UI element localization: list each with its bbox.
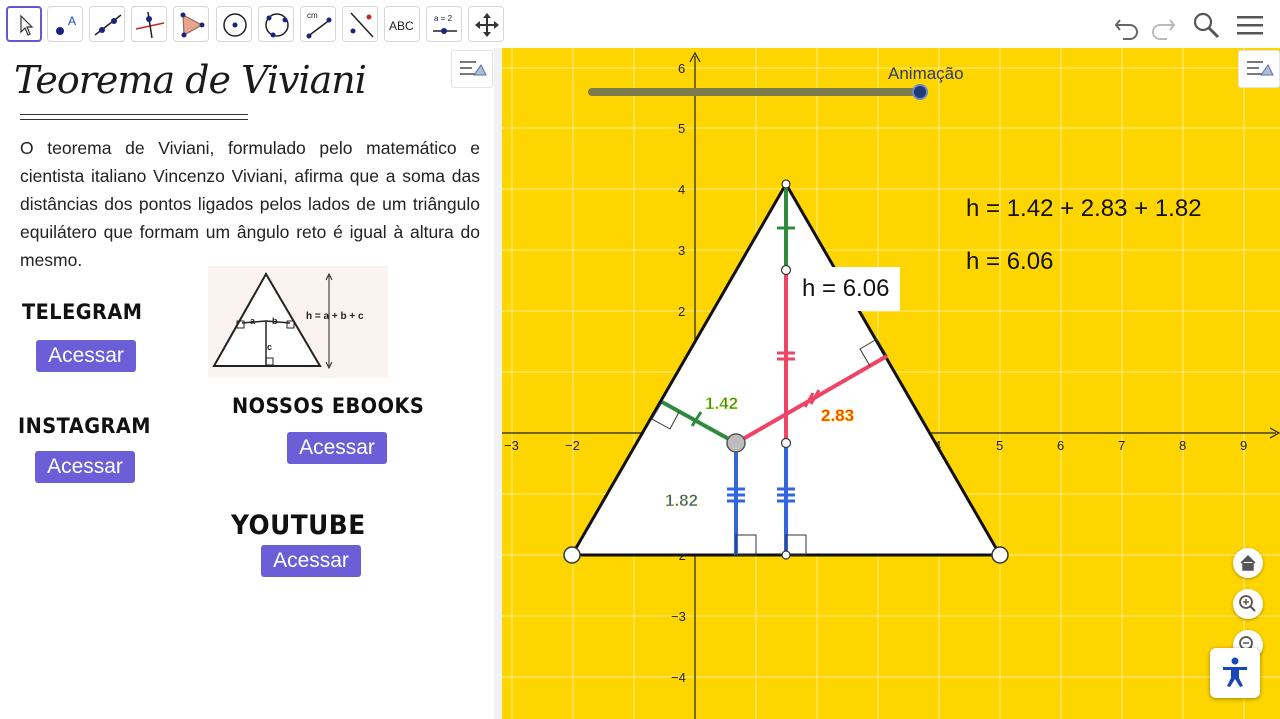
x-tick-label: 8 [1179,438,1186,453]
height-split-point[interactable] [780,437,792,449]
apex-point[interactable] [781,179,791,189]
youtube-label: YOUTUBE [231,510,366,541]
graphics-style-bar-toggle[interactable] [1238,50,1280,88]
reflect-tool-button[interactable] [342,6,378,42]
distance-tool-button[interactable]: cm [300,6,336,42]
distance-a-label: 1.42 [705,394,738,413]
x-tick-label: −3 [504,438,519,453]
polygon-icon [180,12,205,38]
home-view-button[interactable] [1233,548,1263,578]
accessibility-icon [1223,657,1247,687]
animation-slider-handle[interactable] [912,84,928,100]
height-split-point[interactable] [780,264,792,276]
height-label-text: h = 6.06 [802,275,889,302]
telegram-access-button[interactable]: Acessar [36,340,136,372]
svg-text:cm: cm [307,11,318,20]
sum-equation: h = 1.42 + 2.83 + 1.82 [966,195,1202,222]
line-tool-button[interactable] [89,6,125,42]
text-icon: ABC [389,19,414,33]
search-icon[interactable] [1189,8,1223,42]
svg-text:ABC: ABC [389,19,414,33]
telegram-label: TELEGRAM [22,300,143,324]
slider-tool-button[interactable]: a = 2 [426,6,462,42]
y-tick-label: 5 [678,121,685,136]
height-equation: h = 6.06 [966,248,1053,275]
vertex-left-point[interactable] [563,546,581,564]
page-title: Teorema de Viviani [14,58,367,102]
move-view-tool-button[interactable] [468,6,504,42]
y-tick-label: −3 [671,609,686,624]
title-underline-second [20,119,248,120]
cursor-arrow-icon [20,14,34,36]
reflect-icon [350,12,374,38]
distance-icon: cm [306,11,332,39]
menu-icon[interactable] [1233,8,1267,42]
y-tick-label: 4 [678,182,685,197]
undo-icon[interactable] [1110,8,1144,42]
svg-text:a = 2: a = 2 [434,14,453,23]
home-icon [1240,554,1256,571]
redo-icon[interactable] [1146,8,1180,42]
move-tool-button[interactable] [6,6,42,42]
height-foot-point[interactable] [781,550,791,560]
text-tool-button[interactable]: ABC [384,6,420,42]
algebra-style-bar-toggle[interactable] [451,50,493,88]
x-tick-label: 9 [1240,438,1247,453]
theorem-description: O teorema de Viviani, formulado pelo mat… [20,138,480,270]
y-tick-label: −4 [671,670,686,685]
perpendicular-line-icon [135,11,165,39]
x-tick-label: −2 [565,438,580,453]
y-tick-label: 3 [678,243,685,258]
point-icon: A [56,14,76,35]
accessibility-button[interactable] [1210,648,1260,698]
x-tick-label: 6 [1057,438,1064,453]
y-tick-label: 2 [678,304,685,319]
x-tick-label: 5 [996,438,1003,453]
circle-tool-button[interactable] [216,6,252,42]
slider-icon: a = 2 [433,14,457,34]
movable-point-p[interactable] [726,433,746,453]
ebooks-label: NOSSOS EBOOKS [232,394,425,418]
graphics-view[interactable]: −3 −2 4 5 6 7 8 9 6 5 4 3 2 −2 −3 −4 Ani… [502,48,1280,719]
x-tick-label: 7 [1118,438,1125,453]
distance-c-label: 1.82 [665,491,698,510]
viviani-diagram-image: a b c h = a + b + c [208,266,388,378]
conic-tool-button[interactable] [258,6,294,42]
point-tool-button[interactable]: A [47,6,83,42]
circle-icon [223,13,247,37]
polygon-tool-button[interactable] [173,6,209,42]
toolbar: A cm ABC a = 2 [0,0,1280,49]
ebooks-access-button[interactable]: Acessar [287,432,387,464]
y-tick-label: 6 [678,61,685,76]
line-icon [94,14,122,36]
zoom-in-icon [1239,595,1256,612]
title-underline [20,114,248,115]
vertex-right-point[interactable] [991,546,1009,564]
perpendicular-tool-button[interactable] [131,6,167,42]
instagram-access-button[interactable]: Acessar [35,451,135,483]
zoom-in-button[interactable] [1233,589,1263,619]
diagram-label-c: c [267,342,272,352]
youtube-access-button[interactable]: Acessar [261,545,361,577]
slider-label: Animação [888,64,964,83]
style-bar-icon [1247,61,1274,76]
diagram-formula: h = a + b + c [306,311,364,322]
style-bar-icon [460,61,487,76]
circle-three-points-icon [265,13,289,38]
diagram-label-b: b [272,316,278,326]
move-arrows-icon [475,13,499,37]
distance-b-label: 2.83 [821,406,854,425]
instagram-label: INSTAGRAM [18,414,151,438]
svg-text:A: A [68,14,76,28]
